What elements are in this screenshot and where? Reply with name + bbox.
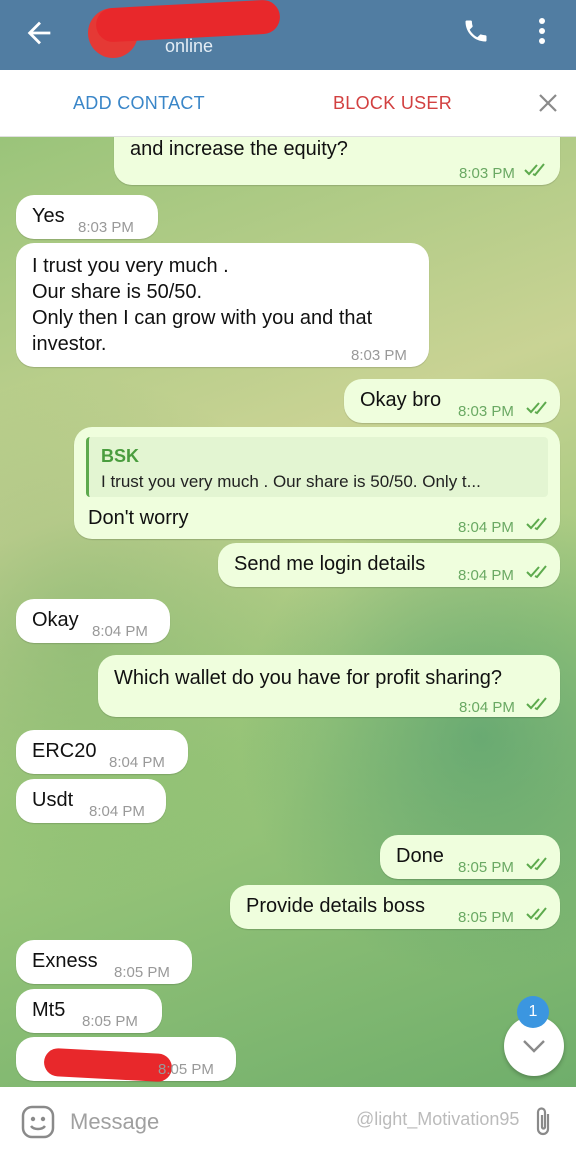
message-bubble[interactable]: I trust you very much . Our share is 50/… bbox=[16, 243, 429, 367]
double-check-icon bbox=[526, 907, 547, 921]
double-check-icon bbox=[526, 697, 547, 711]
double-check-icon bbox=[526, 517, 547, 531]
message-text: Usdt bbox=[32, 789, 74, 811]
double-check-icon bbox=[524, 163, 545, 177]
message-text: Exness bbox=[32, 950, 98, 972]
message-time: 8:04 PM bbox=[458, 567, 514, 584]
message-text: Send me login details bbox=[234, 553, 426, 575]
attach-icon[interactable] bbox=[530, 1105, 556, 1139]
chat-header: online bbox=[0, 0, 576, 70]
message-bubble[interactable]: Which wallet do you have for profit shar… bbox=[98, 655, 560, 717]
message-text: Yes bbox=[32, 205, 65, 227]
message-text: Done bbox=[396, 845, 444, 867]
message-time: 8:05 PM bbox=[458, 909, 514, 926]
block-user-button[interactable]: BLOCK USER bbox=[333, 93, 452, 114]
redaction-mark bbox=[43, 1047, 173, 1083]
message-time: 8:04 PM bbox=[89, 803, 145, 820]
message-bubble[interactable]: 8:05 PM bbox=[16, 1037, 236, 1083]
message-text: Which wallet do you have for profit shar… bbox=[114, 667, 502, 689]
message-input[interactable]: Message bbox=[70, 1109, 159, 1135]
double-check-icon bbox=[526, 565, 547, 579]
message-time: 8:03 PM bbox=[458, 403, 514, 420]
message-time: 8:05 PM bbox=[158, 1061, 214, 1078]
message-bubble[interactable]: Okay 8:04 PM bbox=[16, 599, 170, 643]
message-bubble[interactable]: If I made it up to 150$ then will you in… bbox=[114, 137, 560, 185]
message-time: 8:05 PM bbox=[114, 964, 170, 981]
double-check-icon bbox=[526, 401, 547, 415]
message-time: 8:03 PM bbox=[78, 219, 134, 236]
message-text: ERC20 bbox=[32, 740, 97, 762]
emoji-icon[interactable] bbox=[20, 1104, 56, 1140]
watermark: @light_Motivation95 bbox=[356, 1109, 520, 1129]
message-bubble[interactable]: Yes 8:03 PM bbox=[16, 195, 158, 239]
contact-action-bar: ADD CONTACT BLOCK USER bbox=[0, 70, 576, 137]
message-list[interactable]: If I made it up to 150$ then will you in… bbox=[0, 137, 576, 1087]
message-time: 8:04 PM bbox=[459, 699, 515, 716]
message-bubble[interactable]: Okay bro 8:03 PM bbox=[344, 379, 560, 423]
message-text: Okay bro bbox=[360, 389, 442, 411]
reply-text: I trust you very much . Our share is 50/… bbox=[101, 472, 481, 491]
message-time: 8:04 PM bbox=[109, 754, 165, 771]
chevron-down-icon bbox=[523, 1040, 545, 1053]
back-arrow-icon[interactable] bbox=[22, 16, 56, 50]
message-time: 8:05 PM bbox=[458, 859, 514, 876]
message-time: 8:04 PM bbox=[458, 519, 514, 536]
message-bubble[interactable]: Done 8:05 PM bbox=[380, 835, 560, 879]
add-contact-button[interactable]: ADD CONTACT bbox=[73, 93, 205, 114]
message-text: Don't worry bbox=[88, 507, 189, 529]
reply-quote[interactable]: BSK I trust you very much . Our share is… bbox=[86, 437, 548, 497]
message-time: 8:03 PM bbox=[351, 347, 407, 364]
more-vert-icon[interactable] bbox=[532, 14, 552, 48]
message-time: 8:04 PM bbox=[92, 623, 148, 640]
phone-icon[interactable] bbox=[462, 16, 490, 46]
message-bubble[interactable]: Mt5 8:05 PM bbox=[16, 989, 162, 1033]
message-text: I trust you very much . Our share is 50/… bbox=[32, 255, 373, 355]
message-text: If I made it up to 150$ then will you in… bbox=[130, 138, 348, 160]
message-composer: Message @light_Motivation95 bbox=[0, 1087, 576, 1157]
message-text: Mt5 bbox=[32, 999, 66, 1021]
unread-count-badge: 1 bbox=[517, 996, 549, 1028]
message-text: Okay bbox=[32, 609, 79, 631]
message-bubble[interactable]: Exness 8:05 PM bbox=[16, 940, 192, 984]
message-bubble[interactable]: Provide details boss 8:05 PM bbox=[230, 885, 560, 929]
message-time: 8:03 PM bbox=[459, 165, 515, 182]
message-bubble[interactable]: BSK I trust you very much . Our share is… bbox=[74, 427, 560, 539]
message-bubble[interactable]: ERC20 8:04 PM bbox=[16, 730, 188, 774]
message-bubble[interactable]: Send me login details 8:04 PM bbox=[218, 543, 560, 587]
reply-sender: BSK bbox=[101, 446, 140, 466]
message-text: Provide details boss bbox=[246, 895, 425, 917]
contact-status: online bbox=[165, 36, 214, 56]
close-icon[interactable] bbox=[537, 92, 559, 114]
message-time: 8:05 PM bbox=[82, 1013, 138, 1030]
double-check-icon bbox=[526, 857, 547, 871]
message-bubble[interactable]: Usdt 8:04 PM bbox=[16, 779, 166, 823]
